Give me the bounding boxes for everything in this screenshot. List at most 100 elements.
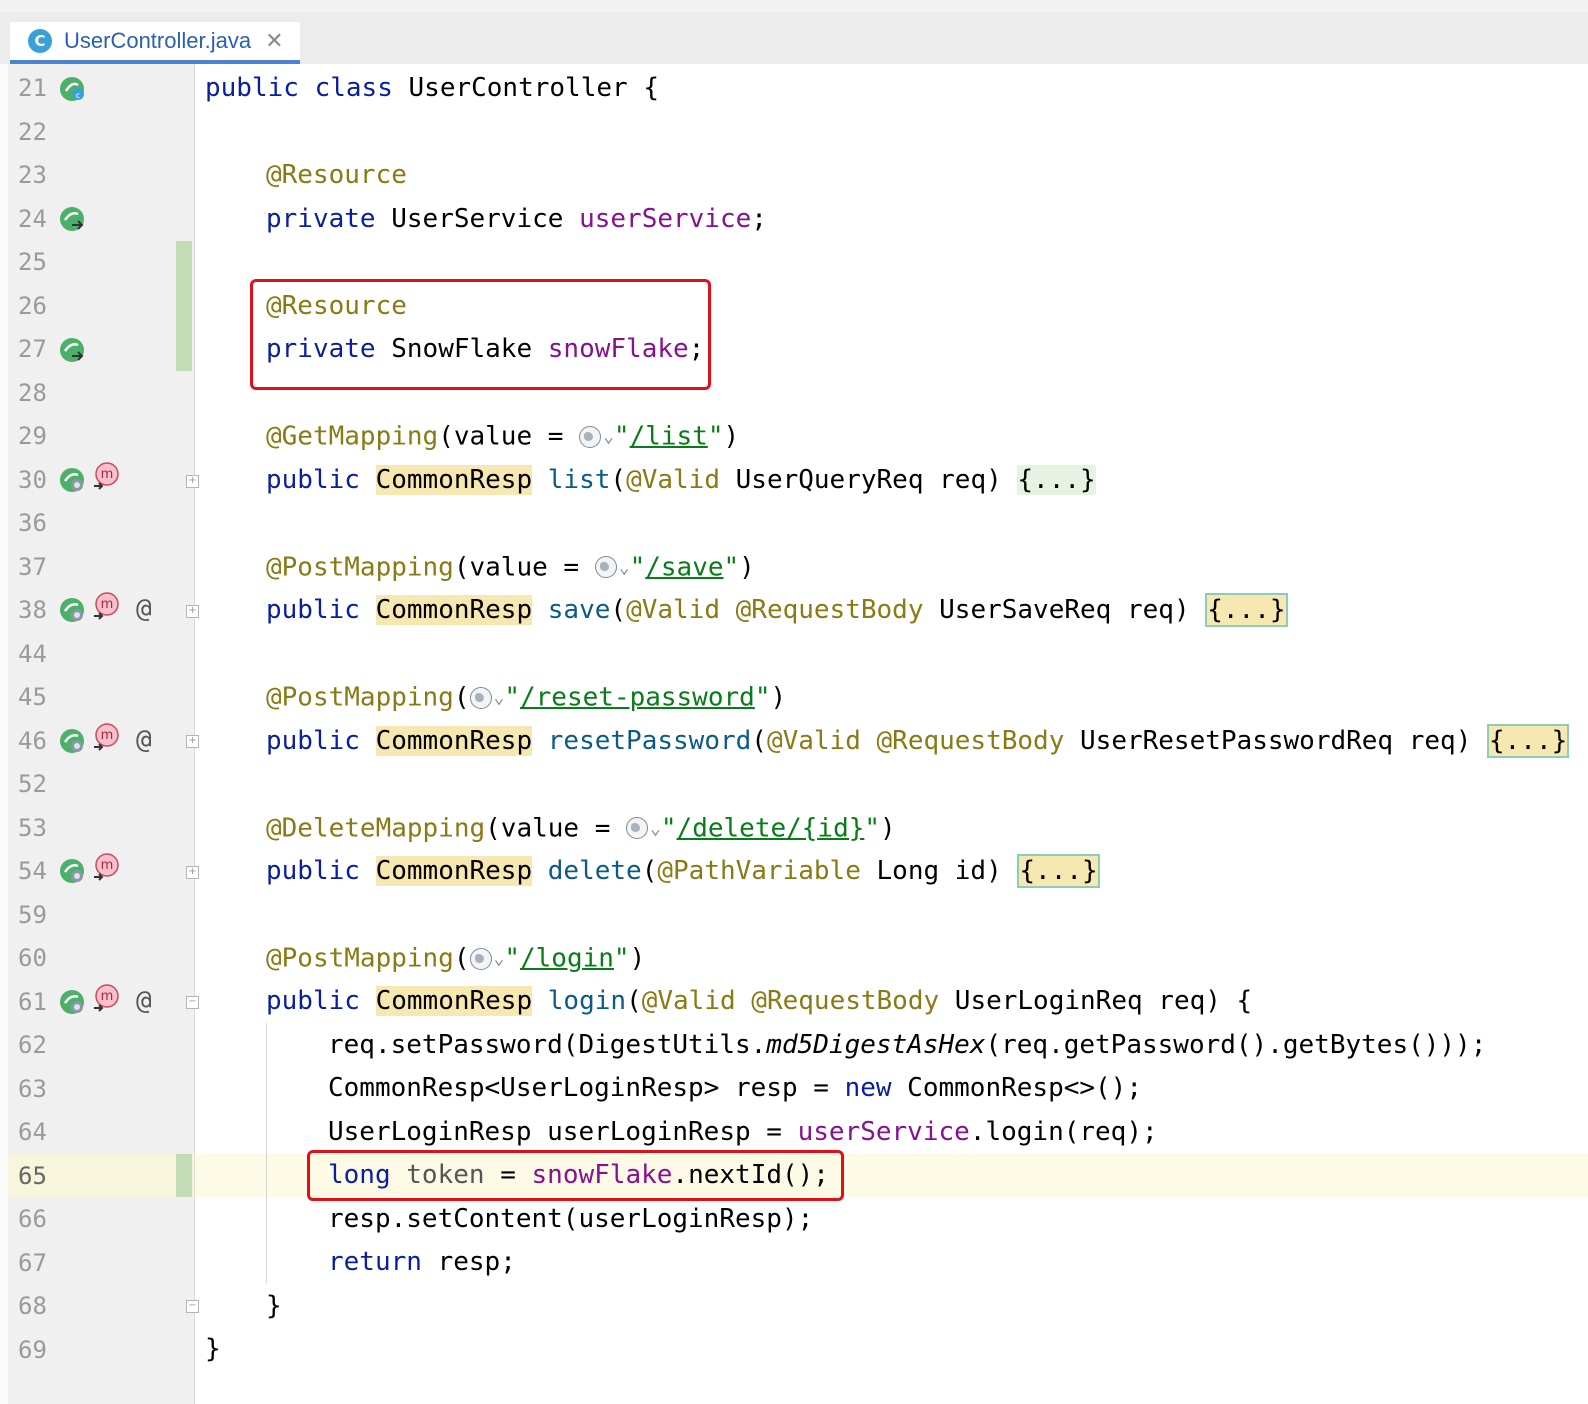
token-brace: }: [266, 1290, 282, 1321]
line-number: 26: [18, 291, 47, 320]
token-method: save: [547, 595, 611, 625]
chevron-down-icon[interactable]: ⌄: [603, 426, 614, 447]
code-line-45[interactable]: @PostMapping(⌄"/reset-password"): [266, 676, 786, 720]
endpoint-icon[interactable]: [58, 727, 86, 755]
autowired-navigate-icon[interactable]: [58, 336, 86, 364]
line-number: 29: [18, 422, 47, 450]
url-link[interactable]: /delete/{id}: [677, 813, 865, 843]
folded-region[interactable]: {...}: [1205, 593, 1288, 627]
line-number: 68: [18, 1292, 47, 1320]
token-annotation: @PostMapping: [266, 551, 454, 582]
spring-bean-icon[interactable]: c: [58, 75, 86, 103]
code-line-54[interactable]: public CommonResp delete(@PathVariable L…: [266, 850, 1100, 894]
token-string: ": [864, 812, 881, 843]
url-link[interactable]: /save: [645, 552, 723, 582]
vcs-added-marker[interactable]: [176, 1153, 192, 1197]
token-method: login: [547, 986, 627, 1016]
autowired-navigate-icon[interactable]: [58, 205, 86, 233]
folded-region[interactable]: {...}: [1487, 723, 1570, 758]
code-line-61[interactable]: public CommonResp login(@Valid @RequestB…: [266, 980, 1252, 1024]
close-icon[interactable]: ✕: [265, 29, 283, 54]
token-annotation: @Valid: [626, 595, 720, 625]
tab-title: UserController.java: [64, 28, 252, 53]
tab-usercontroller[interactable]: C UserController.java ✕: [10, 22, 300, 64]
url-link[interactable]: /list: [630, 421, 708, 451]
code-line-30[interactable]: public CommonResp list(@Valid UserQueryR…: [266, 459, 1096, 503]
endpoint-icon[interactable]: [58, 857, 86, 885]
fold-end-icon[interactable]: −: [186, 1300, 199, 1313]
line-number: 54: [18, 857, 47, 885]
code-line-64[interactable]: UserLoginResp userLoginResp = userServic…: [328, 1111, 1158, 1155]
code-line-68[interactable]: }: [266, 1285, 282, 1329]
folded-region[interactable]: {...}: [1017, 854, 1100, 888]
chevron-down-icon[interactable]: ⌄: [619, 557, 630, 578]
token-keyword: private: [266, 203, 376, 234]
vcs-added-marker[interactable]: [176, 241, 192, 371]
token-text: (: [626, 986, 642, 1016]
globe-icon[interactable]: [469, 947, 492, 970]
highlight-box-snowflake-field: [250, 279, 711, 390]
line-number: 22: [18, 117, 47, 146]
url-link[interactable]: /reset-password: [520, 682, 755, 712]
fold-expand-icon[interactable]: +: [186, 475, 199, 488]
chevron-down-icon[interactable]: ⌄: [650, 818, 661, 839]
code-line-67[interactable]: return resp;: [328, 1241, 516, 1285]
line-number: 30: [18, 465, 47, 494]
endpoint-icon[interactable]: [58, 596, 86, 624]
code-line-62[interactable]: req.setPassword(DigestUtils.md5DigestAsH…: [328, 1024, 1486, 1068]
request-mapping-at-icon[interactable]: @: [136, 588, 152, 632]
token-text: (: [453, 682, 470, 713]
token-static-method: md5DigestAsHex: [766, 1029, 986, 1060]
fold-expand-icon[interactable]: +: [186, 735, 199, 748]
globe-icon[interactable]: [594, 556, 617, 579]
line-number: 38: [18, 596, 47, 624]
svg-text:m: m: [101, 989, 114, 1004]
svg-text:m: m: [101, 597, 114, 612]
token-annotation: @DeleteMapping: [266, 812, 486, 843]
token-text: (value =: [485, 812, 627, 843]
line-number: 59: [18, 900, 47, 929]
token-text: ): [880, 812, 896, 843]
request-mapping-at-icon[interactable]: @: [136, 719, 152, 763]
fold-collapse-icon[interactable]: −: [186, 996, 199, 1009]
token-text: UserQueryReq req): [719, 464, 1018, 495]
code-line-46[interactable]: public CommonResp resetPassword(@Valid @…: [266, 720, 1570, 764]
chevron-down-icon[interactable]: ⌄: [494, 687, 505, 708]
endpoint-icon[interactable]: [58, 466, 86, 494]
method-override-icon[interactable]: m: [92, 983, 120, 1012]
code-line-66[interactable]: resp.setContent(userLoginResp);: [328, 1198, 813, 1242]
line-number: 28: [18, 378, 47, 407]
code-line-53[interactable]: @DeleteMapping(value = ⌄"/delete/{id}"): [266, 807, 896, 851]
code-line-37[interactable]: @PostMapping(value = ⌄"/save"): [266, 546, 755, 590]
line-number: 37: [18, 552, 47, 581]
globe-icon[interactable]: [469, 686, 492, 709]
token-type-usage: CommonResp: [375, 856, 533, 886]
code-line-24[interactable]: private UserService userService;: [266, 198, 767, 242]
code-line-21[interactable]: public class UserController {: [205, 67, 659, 111]
token-keyword: public: [205, 73, 299, 103]
code-line-60[interactable]: @PostMapping(⌄"/login"): [266, 937, 645, 981]
token-annotation: @RequestBody: [876, 725, 1065, 756]
code-line-29[interactable]: @GetMapping(value = ⌄"/list"): [266, 415, 739, 459]
folded-region[interactable]: {...}: [1017, 464, 1096, 495]
method-override-icon[interactable]: m: [92, 592, 120, 620]
method-override-icon[interactable]: m: [92, 853, 120, 881]
globe-icon[interactable]: [579, 425, 602, 448]
code-line-23[interactable]: @Resource: [266, 154, 407, 198]
request-mapping-at-icon[interactable]: @: [136, 980, 152, 1024]
token-method: list: [547, 464, 611, 495]
fold-expand-icon[interactable]: +: [186, 866, 199, 879]
code-line-69[interactable]: }: [205, 1328, 221, 1372]
token-string: ": [504, 682, 520, 713]
endpoint-icon[interactable]: [58, 988, 86, 1016]
url-link[interactable]: /login: [520, 943, 614, 973]
token-type-usage: CommonResp: [375, 595, 533, 625]
fold-expand-icon[interactable]: +: [186, 605, 199, 618]
code-line-38[interactable]: public CommonResp save(@Valid @RequestBo…: [266, 589, 1288, 633]
globe-icon[interactable]: [626, 817, 649, 840]
code-line-63[interactable]: CommonResp<UserLoginResp> resp = new Com…: [328, 1067, 1142, 1111]
method-override-icon[interactable]: m: [92, 722, 120, 751]
token-type-usage: CommonResp: [375, 725, 533, 756]
method-override-icon[interactable]: m: [92, 461, 120, 490]
chevron-down-icon[interactable]: ⌄: [494, 948, 505, 969]
